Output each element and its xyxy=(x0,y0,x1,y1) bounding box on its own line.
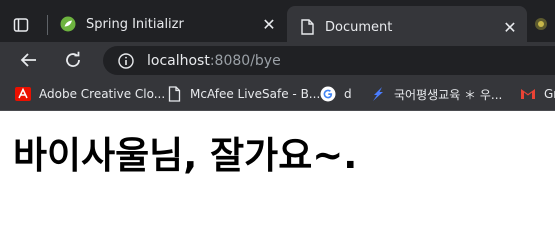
adobe-icon xyxy=(15,86,31,102)
close-icon[interactable]: ✕ xyxy=(260,15,278,34)
bookmark-label: 국어평생교육 ＊ 우... xyxy=(394,87,503,102)
document-icon xyxy=(299,19,315,35)
page-icon xyxy=(166,86,182,102)
google-icon xyxy=(320,86,336,102)
url-host: localhost xyxy=(147,52,210,69)
tab-spring-initializr[interactable]: Spring Initializr ✕ xyxy=(48,8,286,40)
address-bar[interactable]: localhost:8080/bye xyxy=(103,46,555,75)
bookmark-google[interactable]: d xyxy=(320,84,352,104)
reload-icon[interactable] xyxy=(61,48,85,72)
bookmark-label: d xyxy=(344,87,352,101)
close-icon[interactable]: ✕ xyxy=(501,18,519,37)
feather-icon xyxy=(370,86,386,102)
tab-actions-icon[interactable] xyxy=(10,14,32,36)
spring-icon xyxy=(60,16,76,32)
bookmark-gmail[interactable]: Gr xyxy=(520,84,555,104)
gmail-icon xyxy=(520,86,536,102)
browser-chrome: Spring Initializr ✕ Document ✕ localhost… xyxy=(0,0,555,111)
bookmark-label: McAfee LiveSafe - B... xyxy=(190,87,321,101)
bookmark-korean[interactable]: 국어평생교육 ＊ 우... xyxy=(370,84,502,104)
url-path: :8080/bye xyxy=(209,52,281,69)
bookmark-mcafee[interactable]: McAfee LiveSafe - B... xyxy=(166,84,320,104)
page-content: 바이사울님, 잘가요~. xyxy=(0,111,555,244)
url-text: localhost:8080/bye xyxy=(147,53,281,69)
back-arrow-icon[interactable] xyxy=(17,48,41,72)
tab-strip: Spring Initializr ✕ Document ✕ xyxy=(0,0,555,48)
app-icon xyxy=(534,16,548,32)
tab-title: Spring Initializr xyxy=(86,16,184,32)
page-heading: 바이사울님, 잘가요~. xyxy=(13,134,358,177)
bookmarks-bar: Adobe Creative Clo... McAfee LiveSafe - … xyxy=(0,78,555,111)
tab-partial[interactable] xyxy=(525,8,555,40)
bookmark-label: Gr xyxy=(544,87,555,101)
bookmark-label: Adobe Creative Clo... xyxy=(39,87,166,101)
toolbar: localhost:8080/bye xyxy=(0,42,555,78)
info-icon[interactable] xyxy=(117,52,135,70)
tab-title: Document xyxy=(325,19,393,35)
bookmark-adobe[interactable]: Adobe Creative Clo... xyxy=(15,84,165,104)
